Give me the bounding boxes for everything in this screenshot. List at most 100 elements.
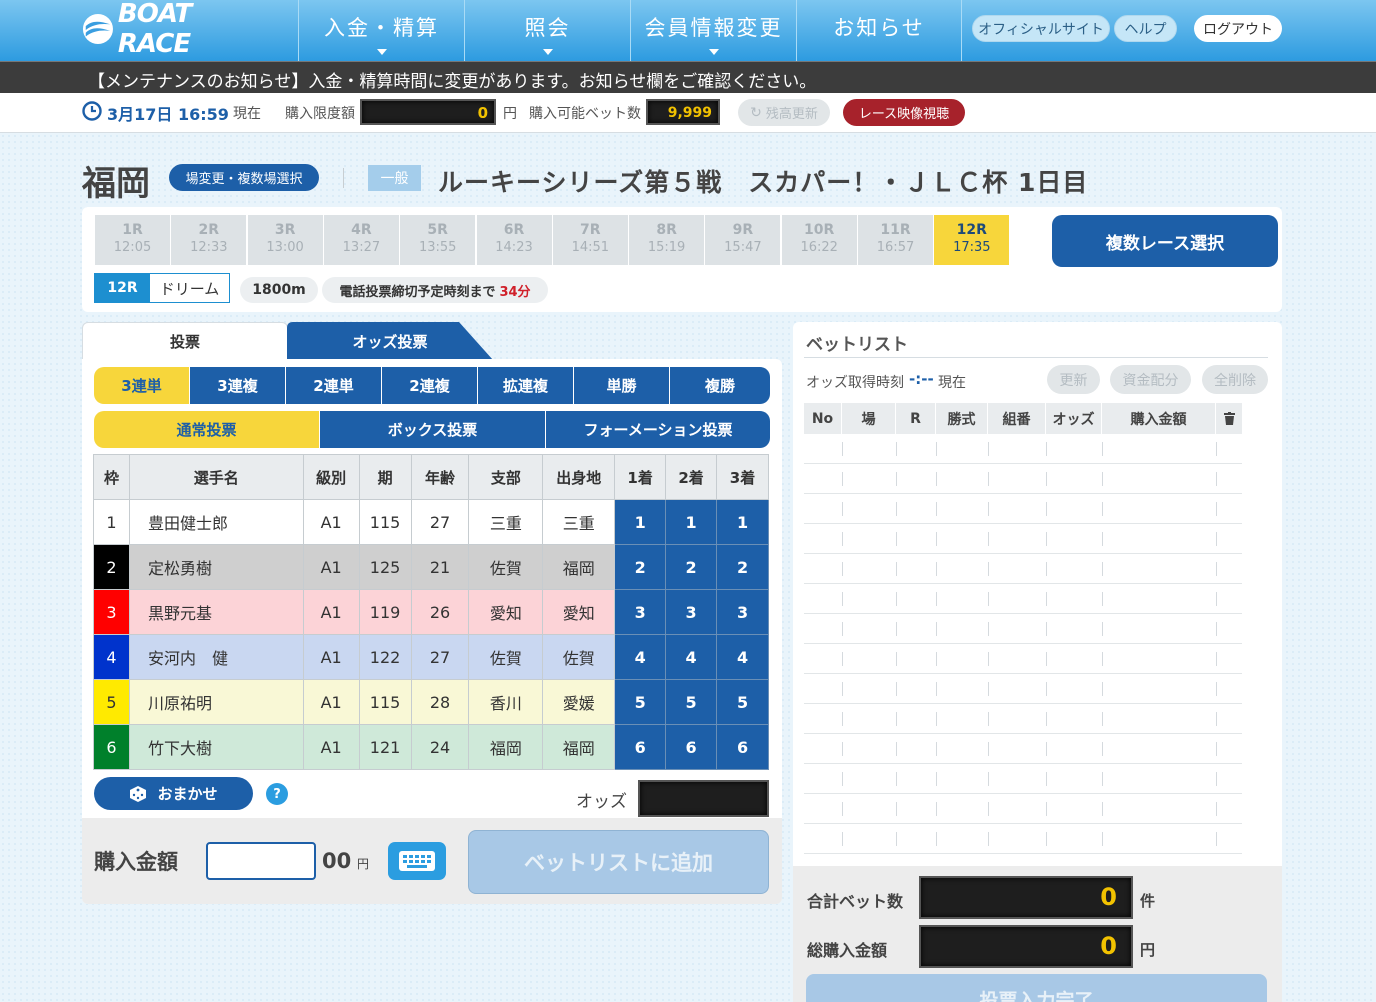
- player-row: 1 豊田健士郎 A1 115 27 三重 三重 1 1 1: [93, 499, 769, 545]
- bet-type-tab[interactable]: 複勝: [670, 367, 770, 404]
- place-1-select[interactable]: 1: [614, 499, 667, 545]
- tab-vote[interactable]: 投票: [82, 322, 288, 360]
- race-tab-5r[interactable]: 5R 13:55: [400, 215, 476, 265]
- nav-notice[interactable]: お知らせ: [796, 0, 962, 61]
- bet-type-tab[interactable]: 2連複: [382, 367, 477, 404]
- omakase-button[interactable]: おまかせ: [94, 777, 253, 810]
- bet-type-tab[interactable]: 3連複: [190, 367, 285, 404]
- vote-mode-tab[interactable]: ボックス投票: [320, 411, 545, 448]
- col-separator: [936, 562, 937, 576]
- col-separator: [842, 502, 843, 516]
- col-separator: [1046, 442, 1047, 456]
- chevron-down-icon: [708, 49, 719, 55]
- race-tab-6r[interactable]: 6R 14:23: [476, 215, 552, 265]
- place-3-select[interactable]: 2: [716, 544, 769, 590]
- divider: [804, 357, 1268, 358]
- place-3-select[interactable]: 6: [716, 724, 769, 770]
- place-3-select[interactable]: 5: [716, 679, 769, 725]
- col-separator: [896, 472, 897, 486]
- vote-mode-tab[interactable]: フォーメーション投票: [546, 411, 770, 448]
- vote-mode-tab[interactable]: 通常投票: [94, 411, 319, 448]
- place-2-select[interactable]: 2: [665, 544, 718, 590]
- race-tab-time: 13:00: [266, 240, 304, 255]
- player-cls: A1: [302, 544, 360, 590]
- place-2-select[interactable]: 3: [665, 589, 718, 635]
- allocate-button[interactable]: 資金配分: [1110, 365, 1191, 394]
- nav-member-info[interactable]: 会員情報変更: [630, 0, 796, 61]
- col-separator: [936, 832, 937, 846]
- col-separator: [842, 592, 843, 606]
- bet-type-tab[interactable]: 単勝: [574, 367, 669, 404]
- keyboard-button[interactable]: [388, 842, 446, 880]
- place-2-select[interactable]: 6: [665, 724, 718, 770]
- maintenance-notice[interactable]: 【メンテナンスのお知らせ】入金・精算時間に変更があります。お知らせ欄をご確認くだ…: [0, 61, 1376, 93]
- col-separator: [1216, 712, 1217, 726]
- race-tab-4r[interactable]: 4R 13:27: [323, 215, 399, 265]
- place-2-select[interactable]: 4: [665, 634, 718, 680]
- race-tab-2r[interactable]: 2R 12:33: [171, 215, 247, 265]
- nav-deposit[interactable]: 入金・精算: [298, 0, 464, 61]
- col-separator: [896, 802, 897, 816]
- player-age: 27: [410, 499, 470, 545]
- waku-cell: 6: [93, 724, 130, 770]
- place-1-select[interactable]: 5: [614, 679, 667, 725]
- amount-suffix: 00: [322, 849, 352, 873]
- bets-label: 購入可能ベット数: [529, 106, 641, 122]
- tab-odds-vote[interactable]: オッズ投票: [300, 322, 480, 360]
- col-separator: [842, 562, 843, 576]
- bet-type-tab[interactable]: 3連単: [94, 367, 189, 404]
- official-site-button[interactable]: オフィシャルサイト: [972, 15, 1110, 42]
- place-1-select[interactable]: 3: [614, 589, 667, 635]
- submit-vote-button[interactable]: 投票入力完了: [806, 974, 1267, 1002]
- col-separator: [988, 502, 989, 516]
- place-3-select[interactable]: 1: [716, 499, 769, 545]
- help-button[interactable]: ヘルプ: [1114, 15, 1177, 42]
- place-2-select[interactable]: 1: [665, 499, 718, 545]
- change-venue-button[interactable]: 場変更・複数場選択: [169, 164, 319, 191]
- col-separator: [988, 772, 989, 786]
- yen-label: 円: [503, 106, 517, 122]
- bet-type-tab[interactable]: 2連単: [286, 367, 381, 404]
- place-2-select[interactable]: 5: [665, 679, 718, 725]
- race-tab-7r[interactable]: 7R 14:51: [552, 215, 628, 265]
- player-ki: 121: [358, 724, 412, 770]
- col-separator: [1046, 832, 1047, 846]
- watch-video-button[interactable]: レース映像視聴: [843, 99, 965, 126]
- delete-all-button[interactable]: 全削除: [1202, 365, 1268, 394]
- limit-value: 0: [360, 99, 496, 125]
- race-tab-12r[interactable]: 12R 17:35: [934, 215, 1010, 265]
- place-3-select[interactable]: 3: [716, 589, 769, 635]
- place-1-select[interactable]: 2: [614, 544, 667, 590]
- place-3-select[interactable]: 4: [716, 634, 769, 680]
- race-tab-10r[interactable]: 10R 16:22: [781, 215, 857, 265]
- place-1-select[interactable]: 4: [614, 634, 667, 680]
- add-to-betlist-button[interactable]: ベットリストに追加: [468, 830, 769, 894]
- help-icon[interactable]: ?: [266, 783, 288, 805]
- distance-chip: 1800m: [240, 277, 318, 303]
- bet-type-tab[interactable]: 拡連複: [478, 367, 573, 404]
- keyboard-icon: [399, 851, 435, 871]
- refresh-button[interactable]: 更新: [1047, 365, 1100, 394]
- col-separator: [936, 772, 937, 786]
- col-separator: [988, 712, 989, 726]
- trash-icon[interactable]: [1216, 403, 1242, 434]
- place-1-select[interactable]: 6: [614, 724, 667, 770]
- col-separator: [1216, 442, 1217, 456]
- multi-race-button[interactable]: 複数レース選択: [1052, 215, 1278, 267]
- col-separator: [1102, 442, 1103, 456]
- boatrace-logo[interactable]: BOAT RACE: [82, 0, 262, 59]
- race-tab-9r[interactable]: 9R 15:47: [705, 215, 781, 265]
- race-tab-3r[interactable]: 3R 13:00: [247, 215, 323, 265]
- total-bets-value: 0: [919, 876, 1133, 919]
- odds-label: オッズ: [576, 792, 627, 812]
- race-tab-1r[interactable]: 1R 12:05: [95, 215, 170, 265]
- col-separator: [988, 742, 989, 756]
- race-tab-8r[interactable]: 8R 15:19: [629, 215, 705, 265]
- col-separator: [842, 802, 843, 816]
- nav-inquiry[interactable]: 照会: [464, 0, 630, 61]
- amount-input[interactable]: [206, 842, 316, 880]
- betlist-row: [804, 644, 1242, 674]
- race-tab-11r[interactable]: 11R 16:57: [858, 215, 933, 265]
- refresh-balance-button[interactable]: ↻ 残高更新: [738, 99, 830, 126]
- logout-button[interactable]: ログアウト: [1194, 15, 1282, 42]
